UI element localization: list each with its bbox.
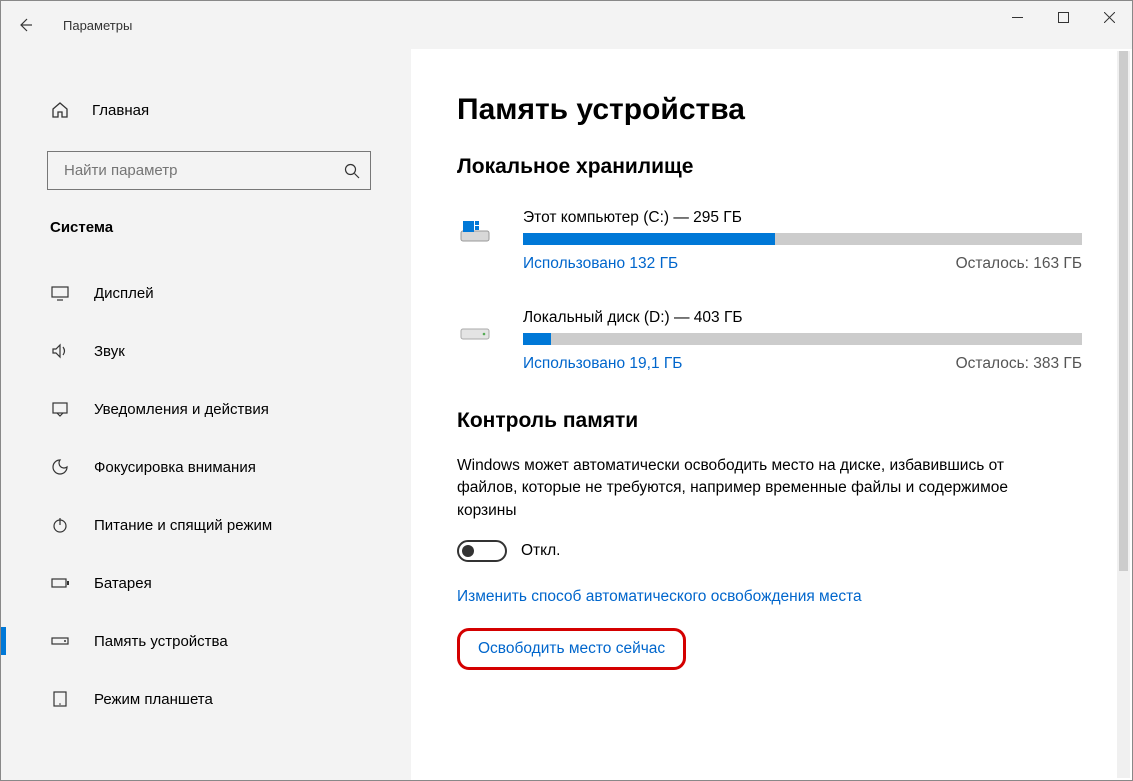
sidebar-item-sound[interactable]: Звук (1, 322, 411, 380)
search-input[interactable] (47, 151, 371, 190)
drive-used: Использовано 19,1 ГБ (523, 355, 682, 373)
drive-used: Использовано 132 ГБ (523, 255, 678, 273)
search-icon (344, 163, 360, 179)
sidebar-item-label: Питание и спящий режим (94, 517, 272, 534)
drive-disk-icon (457, 315, 493, 351)
drive-name: Локальный диск (D:) — 403 ГБ (523, 309, 1082, 327)
sidebar-item-focus[interactable]: Фокусировка внимания (1, 438, 411, 496)
close-button[interactable] (1086, 1, 1132, 33)
sidebar-item-tablet[interactable]: Режим планшета (1, 670, 411, 728)
drive-free: Осталось: 163 ГБ (956, 255, 1082, 273)
focus-icon (50, 457, 70, 477)
battery-icon (50, 573, 70, 593)
home-icon (50, 100, 70, 120)
free-space-now-link[interactable]: Освободить место сейчас (478, 640, 665, 658)
sidebar-item-notifications[interactable]: Уведомления и действия (1, 380, 411, 438)
drive-c[interactable]: Этот компьютер (C:) — 295 ГБ Использован… (457, 209, 1082, 273)
main-content: Память устройства Локальное хранилище Эт… (411, 49, 1132, 780)
sidebar-item-battery[interactable]: Батарея (1, 554, 411, 612)
sidebar-item-label: Режим планшета (94, 691, 213, 708)
maximize-button[interactable] (1040, 1, 1086, 33)
sidebar-item-label: Дисплей (94, 285, 154, 302)
sidebar-item-display[interactable]: Дисплей (1, 264, 411, 322)
drive-usage-bar (523, 233, 1082, 245)
scrollbar-thumb[interactable] (1119, 51, 1128, 571)
minimize-button[interactable] (994, 1, 1040, 33)
power-icon (50, 515, 70, 535)
sidebar-item-label: Уведомления и действия (94, 401, 269, 418)
storage-icon (50, 631, 70, 651)
toggle-label: Откл. (521, 542, 560, 560)
local-storage-heading: Локальное хранилище (457, 155, 1082, 179)
highlight-box: Освободить место сейчас (457, 628, 686, 670)
window-title: Параметры (63, 18, 132, 33)
sidebar: Главная Система Дисплей Зв (1, 49, 411, 780)
drive-windows-icon (457, 215, 493, 251)
sound-icon (50, 341, 70, 361)
storage-sense-description: Windows может автоматически освободить м… (457, 455, 1017, 522)
back-button[interactable] (1, 1, 49, 49)
notifications-icon (50, 399, 70, 419)
drive-usage-bar (523, 333, 1082, 345)
storage-sense-heading: Контроль памяти (457, 409, 1082, 433)
sidebar-category: Система (1, 190, 411, 236)
sidebar-home-label: Главная (92, 102, 149, 119)
sidebar-item-power[interactable]: Питание и спящий режим (1, 496, 411, 554)
sidebar-home[interactable]: Главная (1, 87, 411, 133)
sidebar-item-label: Фокусировка внимания (94, 459, 256, 476)
sidebar-item-label: Звук (94, 343, 125, 360)
sidebar-item-label: Память устройства (94, 633, 228, 650)
drive-name: Этот компьютер (C:) — 295 ГБ (523, 209, 1082, 227)
change-auto-free-link[interactable]: Изменить способ автоматического освобожд… (457, 588, 862, 606)
drive-free: Осталось: 383 ГБ (956, 355, 1082, 373)
sidebar-item-storage[interactable]: Память устройства (1, 612, 411, 670)
page-title: Память устройства (457, 93, 1082, 127)
search-field[interactable] (62, 161, 344, 180)
sidebar-item-label: Батарея (94, 575, 152, 592)
scrollbar[interactable] (1117, 51, 1130, 778)
display-icon (50, 283, 70, 303)
tablet-icon (50, 689, 70, 709)
drive-d[interactable]: Локальный диск (D:) — 403 ГБ Использован… (457, 309, 1082, 373)
storage-sense-toggle[interactable] (457, 540, 507, 562)
